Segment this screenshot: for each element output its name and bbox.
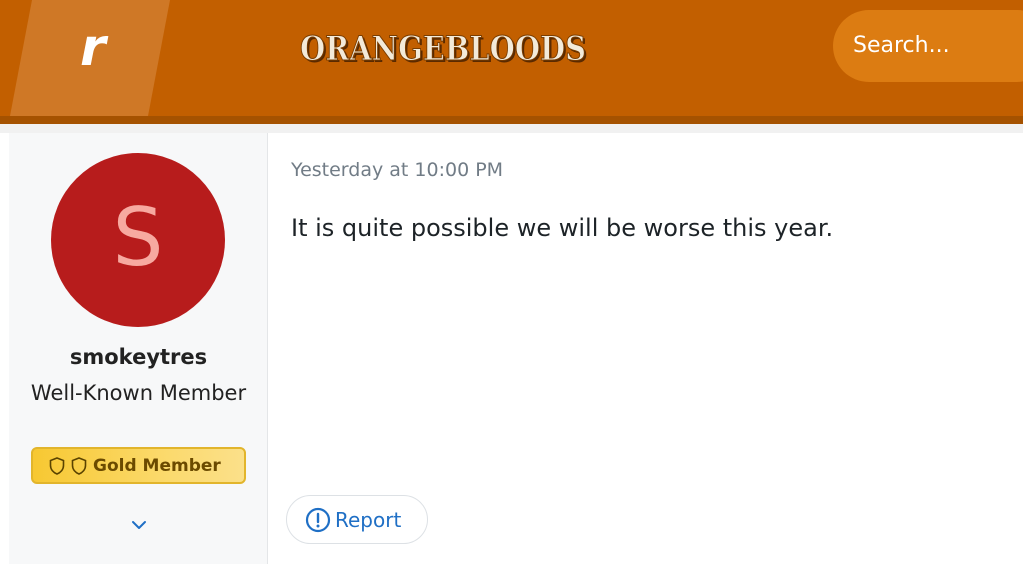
report-label: Report	[335, 507, 402, 532]
post-timestamp[interactable]: Yesterday at 10:00 PM	[291, 159, 503, 181]
brand-wordmark[interactable]: ORANGEBLOODS ORANGEBLOODS	[300, 26, 590, 71]
brand-wordmark-logo: ORANGEBLOODS ORANGEBLOODS	[300, 29, 588, 71]
svg-text:ORANGEBLOODS: ORANGEBLOODS	[300, 29, 586, 69]
shield-icon	[49, 456, 65, 475]
site-header: r ORANGEBLOODS ORANGEBLOODS Search...	[0, 0, 1023, 116]
badge-label: Gold Member	[93, 455, 221, 476]
shield-icon	[71, 456, 87, 475]
post-author-panel: S smokeytres Well-Known Member Gold Memb…	[9, 133, 268, 564]
user-title: Well-Known Member	[30, 381, 247, 405]
avatar[interactable]: S	[51, 153, 225, 327]
chevron-down-icon	[132, 521, 146, 529]
header-border	[0, 116, 1023, 124]
site-logo[interactable]: r	[10, 0, 170, 116]
search-placeholder: Search...	[853, 33, 950, 58]
logo-letter: r	[80, 18, 106, 78]
expand-toggle[interactable]	[127, 513, 151, 537]
member-badge: Gold Member	[31, 447, 246, 484]
report-button[interactable]: Report	[286, 495, 428, 544]
post-content: Yesterday at 10:00 PM It is quite possib…	[269, 133, 1023, 564]
header-spacer	[0, 124, 1023, 133]
badge-icons	[49, 456, 87, 475]
username-link[interactable]: smokeytres	[9, 345, 268, 369]
post-body: It is quite possible we will be worse th…	[291, 214, 834, 242]
alert-circle-icon	[305, 507, 331, 532]
search-input[interactable]: Search...	[833, 10, 1023, 82]
avatar-letter: S	[112, 191, 164, 284]
